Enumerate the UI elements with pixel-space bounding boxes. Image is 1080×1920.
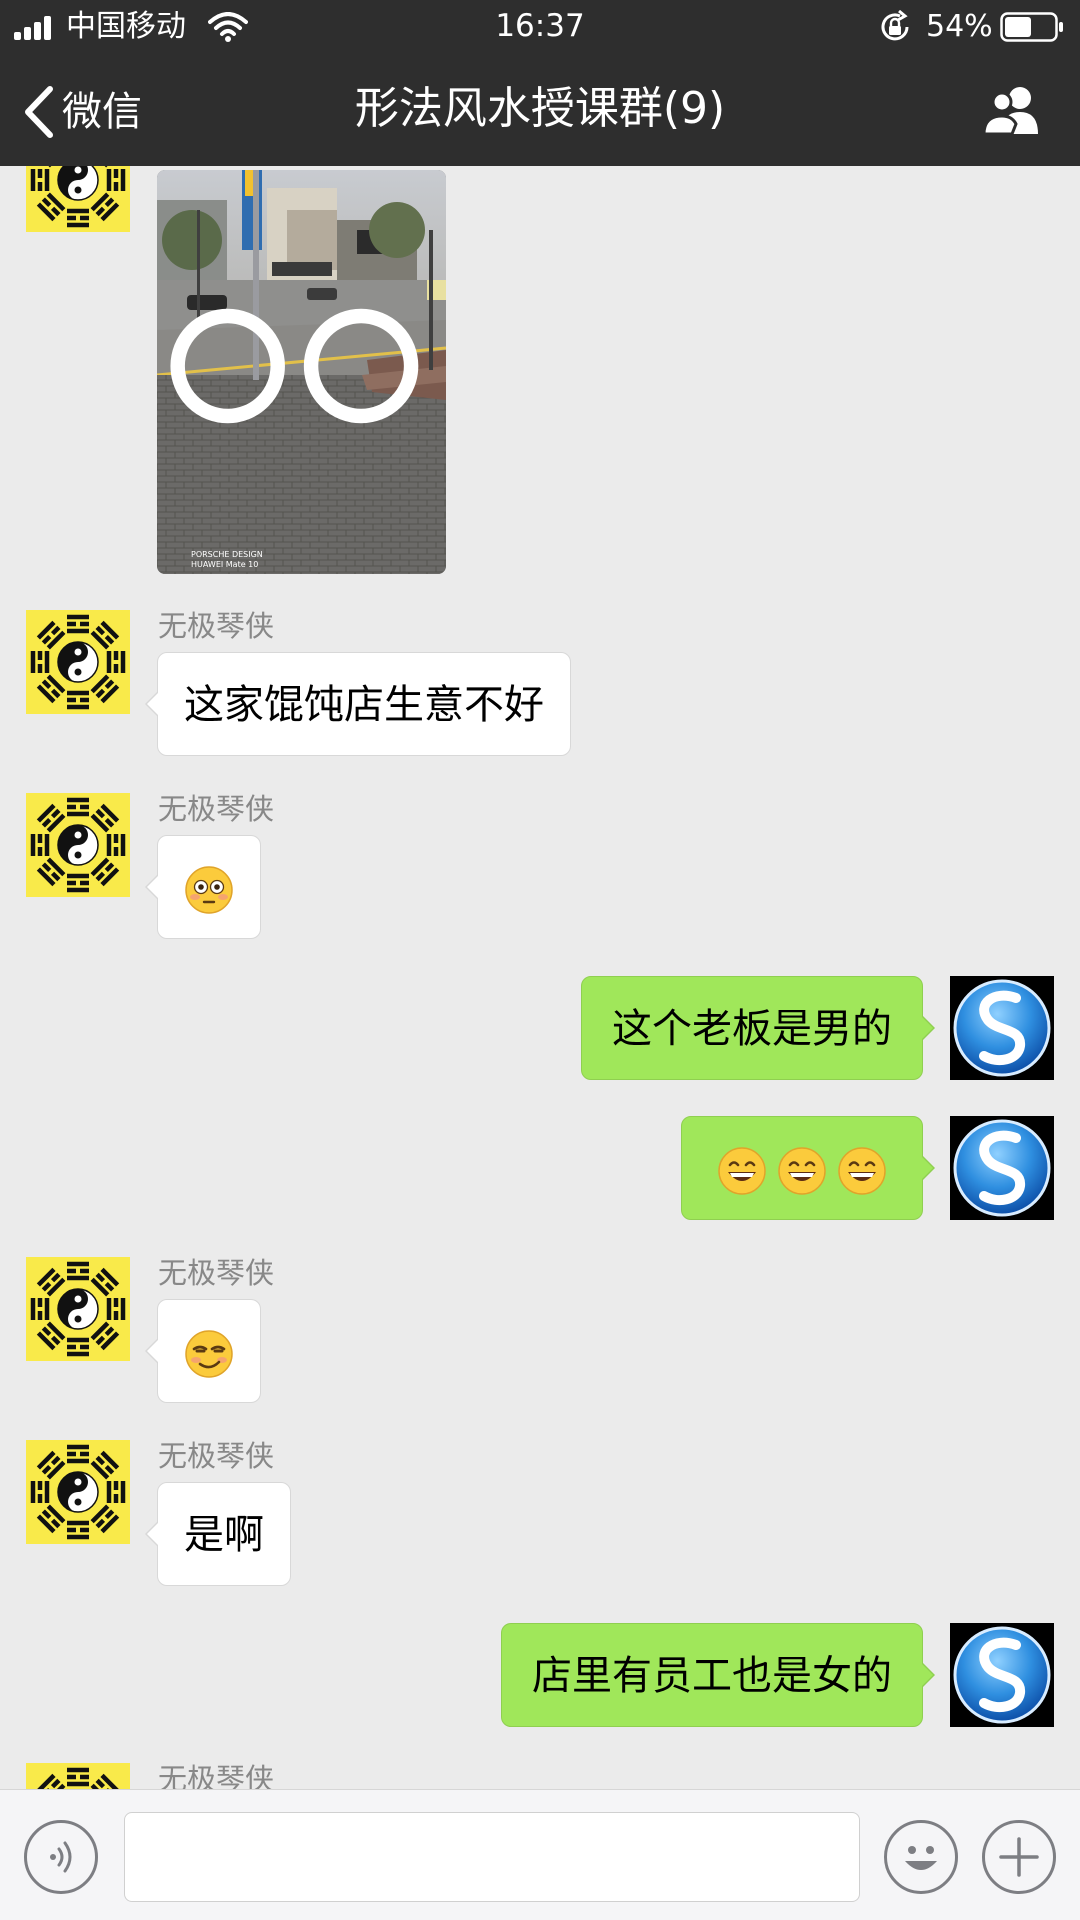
my-avatar[interactable] [950, 976, 1054, 1080]
image-message[interactable]: PORSCHE DESIGN HUAWEI Mate 10 [157, 170, 446, 574]
rotation-lock-icon [881, 10, 909, 41]
sender-avatar[interactable] [26, 1763, 130, 1789]
smirking-face-emoji [184, 1329, 234, 1379]
more-options-button[interactable] [982, 1820, 1056, 1894]
sender-name: 无极琴侠 [158, 1762, 275, 1789]
my-avatar[interactable] [950, 1623, 1054, 1727]
flushed-face-emoji [184, 865, 234, 915]
voice-button[interactable] [24, 1820, 98, 1894]
incoming-emoji-bubble[interactable] [145, 835, 261, 939]
group-members-icon[interactable] [982, 84, 1046, 136]
incoming-message-bubble[interactable]: 是啊 [145, 1482, 291, 1586]
sender-avatar[interactable] [26, 166, 130, 232]
emoji-icon [905, 1846, 937, 1870]
message-input[interactable] [124, 1812, 860, 1902]
sender-avatar[interactable] [26, 1440, 130, 1544]
bagua-avatar-image [26, 166, 130, 232]
chat-message-list[interactable]: PORSCHE DESIGN HUAWEI Mate 10 无极琴侠 这家馄饨店… [0, 166, 1080, 1789]
grinning-face-emoji [777, 1146, 827, 1196]
grinning-face-emoji [837, 1146, 887, 1196]
watermark-line-2: HUAWEI Mate 10 [191, 560, 259, 569]
bagua-avatar-image [26, 1763, 130, 1789]
sender-avatar[interactable] [26, 793, 130, 897]
sender-name: 无极琴侠 [158, 792, 275, 826]
bagua-avatar-image [26, 793, 130, 897]
outgoing-emoji-bubble[interactable] [681, 1116, 935, 1220]
status-time: 16:37 [495, 8, 585, 44]
s-logo-avatar-image [950, 1623, 1054, 1727]
my-avatar[interactable] [950, 1116, 1054, 1220]
sender-name: 无极琴侠 [158, 609, 275, 643]
bagua-avatar-image [26, 1257, 130, 1361]
chat-input-bar [0, 1789, 1080, 1920]
status-bar: 中国移动 16:37 54% [0, 0, 1080, 56]
back-button[interactable]: 微信 [22, 84, 142, 140]
bagua-avatar-image [26, 1440, 130, 1544]
sender-name: 无极琴侠 [158, 1256, 275, 1290]
nav-bar: 微信 形法风水授课群(9) [0, 56, 1080, 166]
watermark-line-1: PORSCHE DESIGN [191, 550, 263, 559]
photo-watermark: PORSCHE DESIGN HUAWEI Mate 10 [191, 550, 263, 570]
sender-avatar[interactable] [26, 610, 130, 714]
outgoing-message-bubble[interactable]: 店里有员工也是女的 [501, 1623, 935, 1727]
voice-input-icon [50, 1841, 72, 1873]
back-label: 微信 [62, 89, 142, 135]
sender-avatar[interactable] [26, 1257, 130, 1361]
battery-percentage: 54% [926, 9, 993, 44]
incoming-emoji-bubble[interactable] [145, 1299, 261, 1403]
grinning-face-emoji [717, 1146, 767, 1196]
s-logo-avatar-image [950, 976, 1054, 1080]
incoming-message-bubble[interactable]: 这家馄饨店生意不好 [145, 652, 571, 756]
chevron-left-icon [25, 86, 53, 138]
plus-icon [999, 1837, 1039, 1877]
s-logo-avatar-image [950, 1116, 1054, 1220]
camera-watermark-icon [170, 308, 419, 424]
battery-icon [1000, 12, 1063, 42]
outgoing-message-bubble[interactable]: 这个老板是男的 [581, 976, 935, 1080]
chat-title: 形法风水授课群(9) [354, 83, 726, 134]
bagua-avatar-image [26, 610, 130, 714]
sender-name: 无极琴侠 [158, 1439, 275, 1473]
emoji-button[interactable] [884, 1820, 958, 1894]
